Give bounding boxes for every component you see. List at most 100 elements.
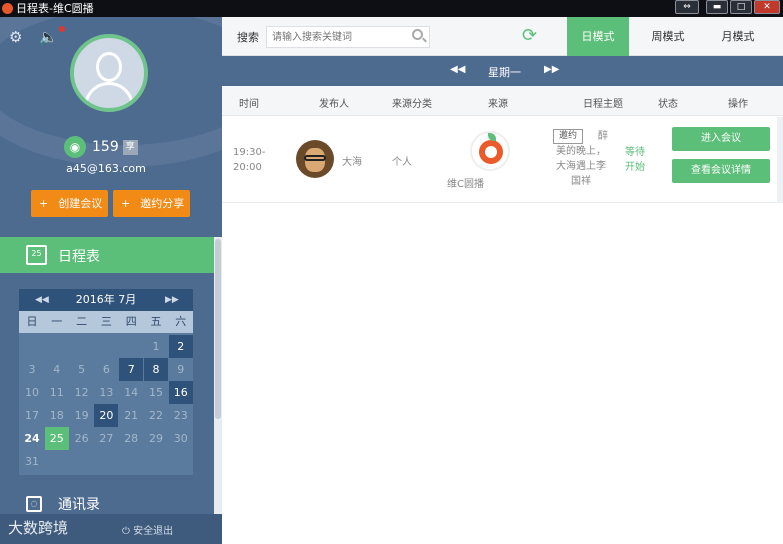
invite-share-label: 邀约分享 bbox=[140, 197, 185, 210]
calendar-day[interactable]: 16 bbox=[168, 381, 193, 404]
calendar-day[interactable]: 30 bbox=[169, 427, 193, 450]
avatar-body bbox=[84, 82, 134, 108]
swap-window-button[interactable]: ⇔ bbox=[675, 0, 699, 14]
sidebar-scrollbar[interactable] bbox=[214, 237, 222, 523]
calendar-day[interactable]: 18 bbox=[45, 404, 69, 427]
table-row[interactable]: 19:30- 20:00 大海 个人 维C圆播 醉 美的晚上， 大海遇上李 国祥 … bbox=[222, 117, 783, 203]
weekday-label: 五 bbox=[150, 315, 162, 328]
calendar-day[interactable]: 11 bbox=[45, 381, 69, 404]
calendar-day[interactable]: 19 bbox=[70, 404, 94, 427]
sidebar-item-label: 通讯录 bbox=[58, 497, 100, 513]
speaker-icon[interactable]: 🔈 bbox=[39, 29, 58, 45]
time-start: 19:30- bbox=[233, 147, 266, 158]
calendar-day[interactable]: 23 bbox=[169, 404, 193, 427]
calendar-day[interactable]: 22 bbox=[144, 404, 168, 427]
current-day: 星期一 bbox=[488, 66, 521, 79]
calendar-day[interactable]: 20 bbox=[94, 404, 119, 427]
weekday-label: 一 bbox=[51, 315, 63, 328]
minimize-button[interactable]: ▬ bbox=[706, 0, 728, 14]
status-line-2: 开始 bbox=[625, 162, 645, 173]
notification-dot bbox=[59, 26, 65, 32]
calendar-day[interactable]: 27 bbox=[94, 427, 118, 450]
calendar-day[interactable]: 28 bbox=[119, 427, 143, 450]
logout-label: 安全退出 bbox=[133, 526, 174, 537]
column-action: 操作 bbox=[728, 99, 748, 110]
create-meeting-button[interactable]: + 创建会议 bbox=[31, 190, 108, 217]
row-time: 19:30- 20:00 bbox=[233, 145, 265, 175]
sidebar: ⚙ 🔈 ◉ 159 享 a45@163.com + 创建会议 + 邀约分享 25 日程表… bbox=[0, 17, 222, 544]
user-email: a45@163.com bbox=[66, 162, 146, 175]
gear-icon[interactable]: ⚙ bbox=[9, 29, 22, 45]
invite-share-button[interactable]: + 邀约分享 bbox=[113, 190, 190, 217]
tab-day-mode[interactable]: 日模式 bbox=[567, 17, 629, 56]
sidebar-item-label: 日程表 bbox=[58, 249, 100, 265]
calendar-day[interactable]: 17 bbox=[20, 404, 44, 427]
maximize-button[interactable]: □ bbox=[730, 0, 752, 14]
avatar-head bbox=[96, 52, 122, 82]
create-meeting-label: 创建会议 bbox=[58, 197, 103, 210]
calendar-day[interactable]: 9 bbox=[169, 358, 193, 381]
prev-day-icon[interactable]: ◀◀ bbox=[450, 64, 465, 75]
calendar-header: ◀◀ 2016年 7月 ▶▶ bbox=[19, 289, 193, 311]
weekday-label: 三 bbox=[100, 315, 112, 328]
time-end: 20:00 bbox=[233, 162, 262, 173]
calendar-day[interactable]: 12 bbox=[70, 381, 94, 404]
avatar-glasses bbox=[304, 155, 326, 161]
next-month-icon[interactable]: ▶▶ bbox=[165, 289, 179, 311]
share-badge: 享 bbox=[122, 139, 138, 155]
sidebar-footer: 大数跨境 ⏻ 安全退出 bbox=[0, 514, 222, 544]
column-publisher: 发布人 bbox=[319, 99, 349, 110]
sidebar-item-contacts[interactable]: ◌ 通讯录 bbox=[0, 492, 214, 514]
calendar-day[interactable]: 8 bbox=[144, 358, 168, 381]
sidebar-item-schedule[interactable]: 25 日程表 bbox=[0, 237, 214, 273]
prev-month-icon[interactable]: ◀◀ bbox=[35, 289, 49, 311]
scrollbar-thumb[interactable] bbox=[215, 239, 221, 419]
search-label: 搜索 bbox=[237, 31, 259, 44]
calendar-day[interactable]: 31 bbox=[20, 450, 44, 473]
calendar-day[interactable]: 6 bbox=[94, 358, 118, 381]
tab-month-mode[interactable]: 月模式 bbox=[707, 17, 769, 56]
theme-line-2: 美的晚上， bbox=[556, 146, 606, 157]
source-logo-icon bbox=[470, 131, 510, 171]
column-source: 来源 bbox=[488, 99, 508, 110]
row-status: 等待 开始 bbox=[625, 145, 661, 175]
calendar-day[interactable]: 21 bbox=[119, 404, 143, 427]
brand-watermark: 大数跨境 bbox=[8, 519, 69, 537]
refresh-icon[interactable]: ⟳ bbox=[522, 26, 537, 46]
calendar-day[interactable]: 1 bbox=[144, 335, 168, 358]
tab-week-mode[interactable]: 周模式 bbox=[637, 17, 699, 56]
join-meeting-button[interactable]: 进入会议 bbox=[672, 127, 770, 151]
main-panel: 搜索 ⟳ 日模式 周模式 月模式 ◀◀ 星期一 ▶▶ 时间 发布人 来源分类 来… bbox=[222, 17, 783, 544]
weekday-label: 四 bbox=[125, 315, 137, 328]
search-input[interactable] bbox=[266, 26, 430, 48]
calendar-day[interactable]: 10 bbox=[20, 381, 44, 404]
status-line-1: 等待 bbox=[625, 147, 645, 158]
calendar-day[interactable]: 2 bbox=[168, 335, 193, 358]
next-day-icon[interactable]: ▶▶ bbox=[544, 64, 559, 75]
search-icon[interactable] bbox=[412, 29, 423, 40]
calendar-day[interactable]: 26 bbox=[70, 427, 94, 450]
calendar-day[interactable]: 4 bbox=[45, 358, 69, 381]
calendar-day[interactable]: 15 bbox=[144, 381, 168, 404]
meeting-details-button[interactable]: 查看会议详情 bbox=[672, 159, 770, 183]
plus-icon: + bbox=[121, 197, 131, 210]
calendar-day[interactable]: 5 bbox=[70, 358, 94, 381]
user-icon: ◉ bbox=[64, 136, 86, 158]
calendar-day[interactable]: 29 bbox=[144, 427, 168, 450]
calendar-day[interactable]: 3 bbox=[20, 358, 44, 381]
calendar-day[interactable]: 24 bbox=[20, 427, 44, 450]
calendar-day[interactable]: 7 bbox=[119, 358, 144, 381]
logout-button[interactable]: ⏻ 安全退出 bbox=[122, 522, 173, 537]
column-time: 时间 bbox=[239, 99, 259, 110]
calendar-day[interactable]: 14 bbox=[119, 381, 143, 404]
avatar[interactable] bbox=[70, 34, 148, 112]
column-category: 来源分类 bbox=[392, 99, 432, 110]
title-bar: 日程表-维C圆播 ⇔ ▬ □ ✕ bbox=[0, 0, 783, 17]
row-source: 维C圆播 bbox=[447, 179, 484, 190]
main-scrollbar[interactable] bbox=[777, 117, 783, 203]
calendar-day[interactable]: 13 bbox=[94, 381, 118, 404]
calendar-day[interactable]: 25 bbox=[44, 427, 69, 450]
calendar-month: 2016年 7月 bbox=[75, 293, 137, 306]
close-button[interactable]: ✕ bbox=[754, 0, 780, 14]
toolbar: 搜索 ⟳ 日模式 周模式 月模式 bbox=[222, 17, 783, 56]
